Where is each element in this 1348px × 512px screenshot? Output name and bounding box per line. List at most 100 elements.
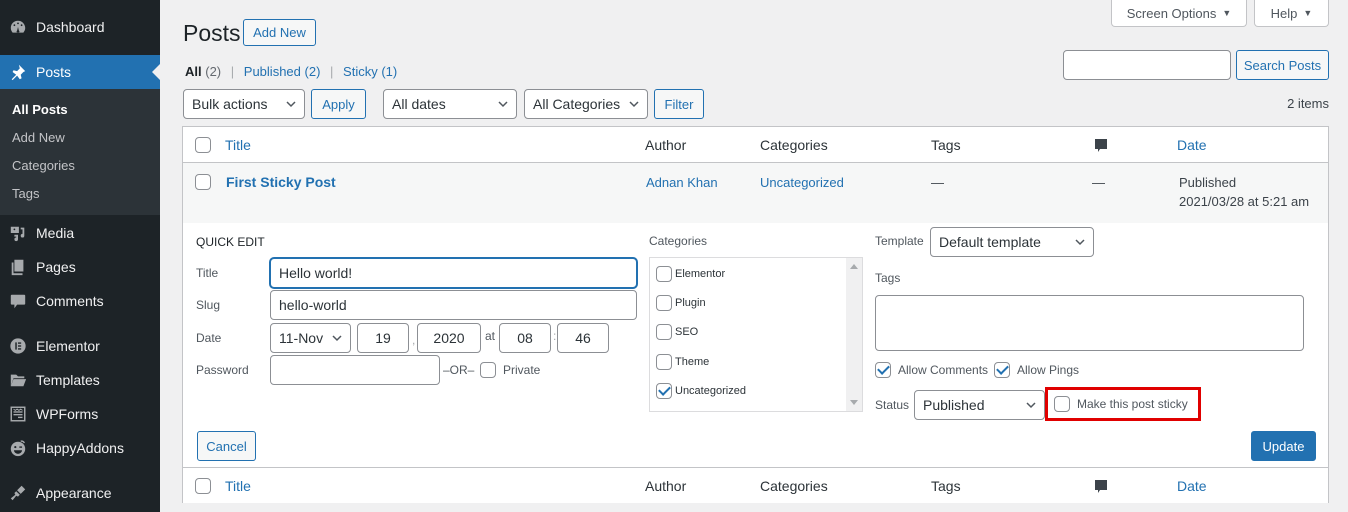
posts-table: Title Author Categories Tags Date First … — [182, 126, 1329, 503]
column-date-footer[interactable]: Date — [1177, 478, 1207, 494]
hour-input[interactable]: 08 — [499, 323, 551, 353]
private-label: Private — [503, 363, 541, 377]
sticky-option[interactable]: Make this post sticky — [1054, 396, 1188, 412]
allow-pings-checkbox[interactable] — [994, 362, 1010, 378]
screen-options-button[interactable]: Screen Options ▼ — [1111, 0, 1247, 27]
month-value: 11-Nov — [279, 330, 324, 346]
category-item[interactable]: Theme — [656, 354, 709, 370]
sidebar-item-posts[interactable]: Posts — [0, 55, 160, 89]
sidebar-item-label: Posts — [36, 64, 72, 80]
apply-button[interactable]: Apply — [311, 89, 366, 119]
password-input[interactable] — [270, 355, 440, 385]
scroll-down-icon[interactable] — [850, 400, 858, 406]
submenu-add-new[interactable]: Add New — [12, 130, 65, 145]
chevron-down-icon — [629, 101, 639, 108]
post-author-link[interactable]: Adnan Khan — [646, 175, 718, 190]
month-select[interactable]: 11-Nov — [270, 323, 351, 353]
column-date[interactable]: Date — [1177, 137, 1207, 153]
categories-checklist: Elementor Plugin SEO Theme Uncategorized — [649, 257, 863, 412]
column-title-footer[interactable]: Title — [225, 478, 251, 494]
template-select[interactable]: Default template — [930, 227, 1094, 257]
sidebar-item-templates[interactable]: Templates — [0, 363, 160, 397]
post-date-status: Published — [1179, 175, 1237, 190]
category-checkbox[interactable] — [656, 266, 672, 282]
categories-filter-value: All Categories — [533, 96, 621, 112]
sidebar-item-appearance[interactable]: Appearance — [0, 476, 160, 510]
sidebar-item-pages[interactable]: Pages — [0, 250, 160, 284]
column-title[interactable]: Title — [225, 137, 251, 153]
filter-button[interactable]: Filter — [654, 89, 704, 119]
search-input[interactable] — [1063, 50, 1231, 80]
sidebar-item-media[interactable]: Media — [0, 216, 160, 250]
sidebar-item-dashboard[interactable]: Dashboard — [0, 10, 160, 44]
sidebar-item-label: Pages — [36, 259, 76, 275]
sidebar-item-comments[interactable]: Comments — [0, 284, 160, 318]
allow-comments-option[interactable]: Allow Comments — [875, 362, 988, 378]
categories-label: Categories — [649, 234, 708, 248]
private-checkbox[interactable] — [480, 362, 496, 378]
sidebar-item-elementor[interactable]: Elementor — [0, 329, 160, 363]
category-checkbox[interactable] — [656, 324, 672, 340]
column-author-footer: Author — [645, 478, 687, 494]
dates-filter-value: All dates — [392, 96, 446, 112]
sidebar-item-wpforms[interactable]: WPForms — [0, 397, 160, 431]
categories-filter-select[interactable]: All Categories — [524, 89, 648, 119]
help-button[interactable]: Help ▼ — [1254, 0, 1329, 27]
status-select[interactable]: Published — [914, 390, 1045, 420]
category-item[interactable]: Uncategorized — [656, 383, 746, 399]
view-published[interactable]: Published (2) — [244, 64, 321, 79]
view-all[interactable]: All — [185, 64, 202, 79]
row-checkbox[interactable] — [195, 174, 211, 190]
category-item[interactable]: Elementor — [656, 266, 725, 282]
post-category-link[interactable]: Uncategorized — [760, 175, 844, 190]
time-colon: : — [553, 329, 557, 343]
category-item[interactable]: SEO — [656, 324, 698, 340]
bulk-actions-select[interactable]: Bulk actions — [183, 89, 305, 119]
chevron-down-icon — [1075, 239, 1085, 246]
allow-comments-checkbox[interactable] — [875, 362, 891, 378]
caret-down-icon: ▼ — [1303, 8, 1313, 18]
category-checkbox[interactable] — [656, 295, 672, 311]
select-all-checkbox-footer[interactable] — [195, 478, 211, 494]
year-input[interactable]: 2020 — [417, 323, 481, 353]
day-input[interactable]: 19 — [357, 323, 409, 353]
allow-pings-option[interactable]: Allow Pings — [994, 362, 1079, 378]
dates-filter-select[interactable]: All dates — [383, 89, 517, 119]
comment-bubble-icon[interactable] — [1094, 138, 1108, 154]
submenu-categories[interactable]: Categories — [12, 158, 75, 173]
date-label: Date — [196, 331, 222, 345]
scroll-up-icon[interactable] — [850, 263, 858, 269]
slug-input[interactable]: hello-world — [270, 290, 637, 320]
column-tags: Tags — [931, 137, 961, 153]
column-tags-footer: Tags — [931, 478, 961, 494]
at-label: at — [485, 329, 496, 343]
category-item[interactable]: Plugin — [656, 295, 706, 311]
sticky-checkbox[interactable] — [1054, 396, 1070, 412]
category-label: SEO — [675, 326, 699, 338]
update-button[interactable]: Update — [1251, 431, 1316, 461]
chevron-down-icon — [498, 101, 508, 108]
select-all-checkbox[interactable] — [195, 137, 211, 153]
search-posts-button[interactable]: Search Posts — [1236, 50, 1329, 80]
view-all-count: (2) — [205, 64, 222, 79]
minute-input[interactable]: 46 — [557, 323, 609, 353]
comment-bubble-icon[interactable] — [1094, 479, 1108, 495]
submenu-all-posts[interactable]: All Posts — [12, 102, 68, 117]
category-checkbox[interactable] — [656, 383, 672, 399]
cancel-button[interactable]: Cancel — [197, 431, 256, 461]
admin-sidebar: Dashboard Posts All Posts Add New Catego… — [0, 0, 160, 512]
tags-textarea[interactable] — [875, 295, 1304, 351]
sidebar-item-happyaddons[interactable]: HappyAddons — [0, 431, 160, 465]
view-sticky[interactable]: Sticky (1) — [343, 64, 397, 79]
post-title-link[interactable]: First Sticky Post — [226, 174, 336, 190]
template-value: Default template — [939, 234, 1041, 250]
add-new-button[interactable]: Add New — [243, 19, 316, 46]
title-input[interactable]: Hello world! — [270, 258, 637, 288]
form-icon — [8, 404, 28, 424]
screen-options-label: Screen Options — [1126, 5, 1217, 21]
table-header: Title Author Categories Tags Date — [183, 127, 1328, 163]
categories-scrollbar[interactable] — [846, 258, 862, 411]
post-status-views: All (2) | Published (2) | Sticky (1) — [185, 64, 397, 79]
submenu-tags[interactable]: Tags — [12, 186, 39, 201]
category-checkbox[interactable] — [656, 354, 672, 370]
